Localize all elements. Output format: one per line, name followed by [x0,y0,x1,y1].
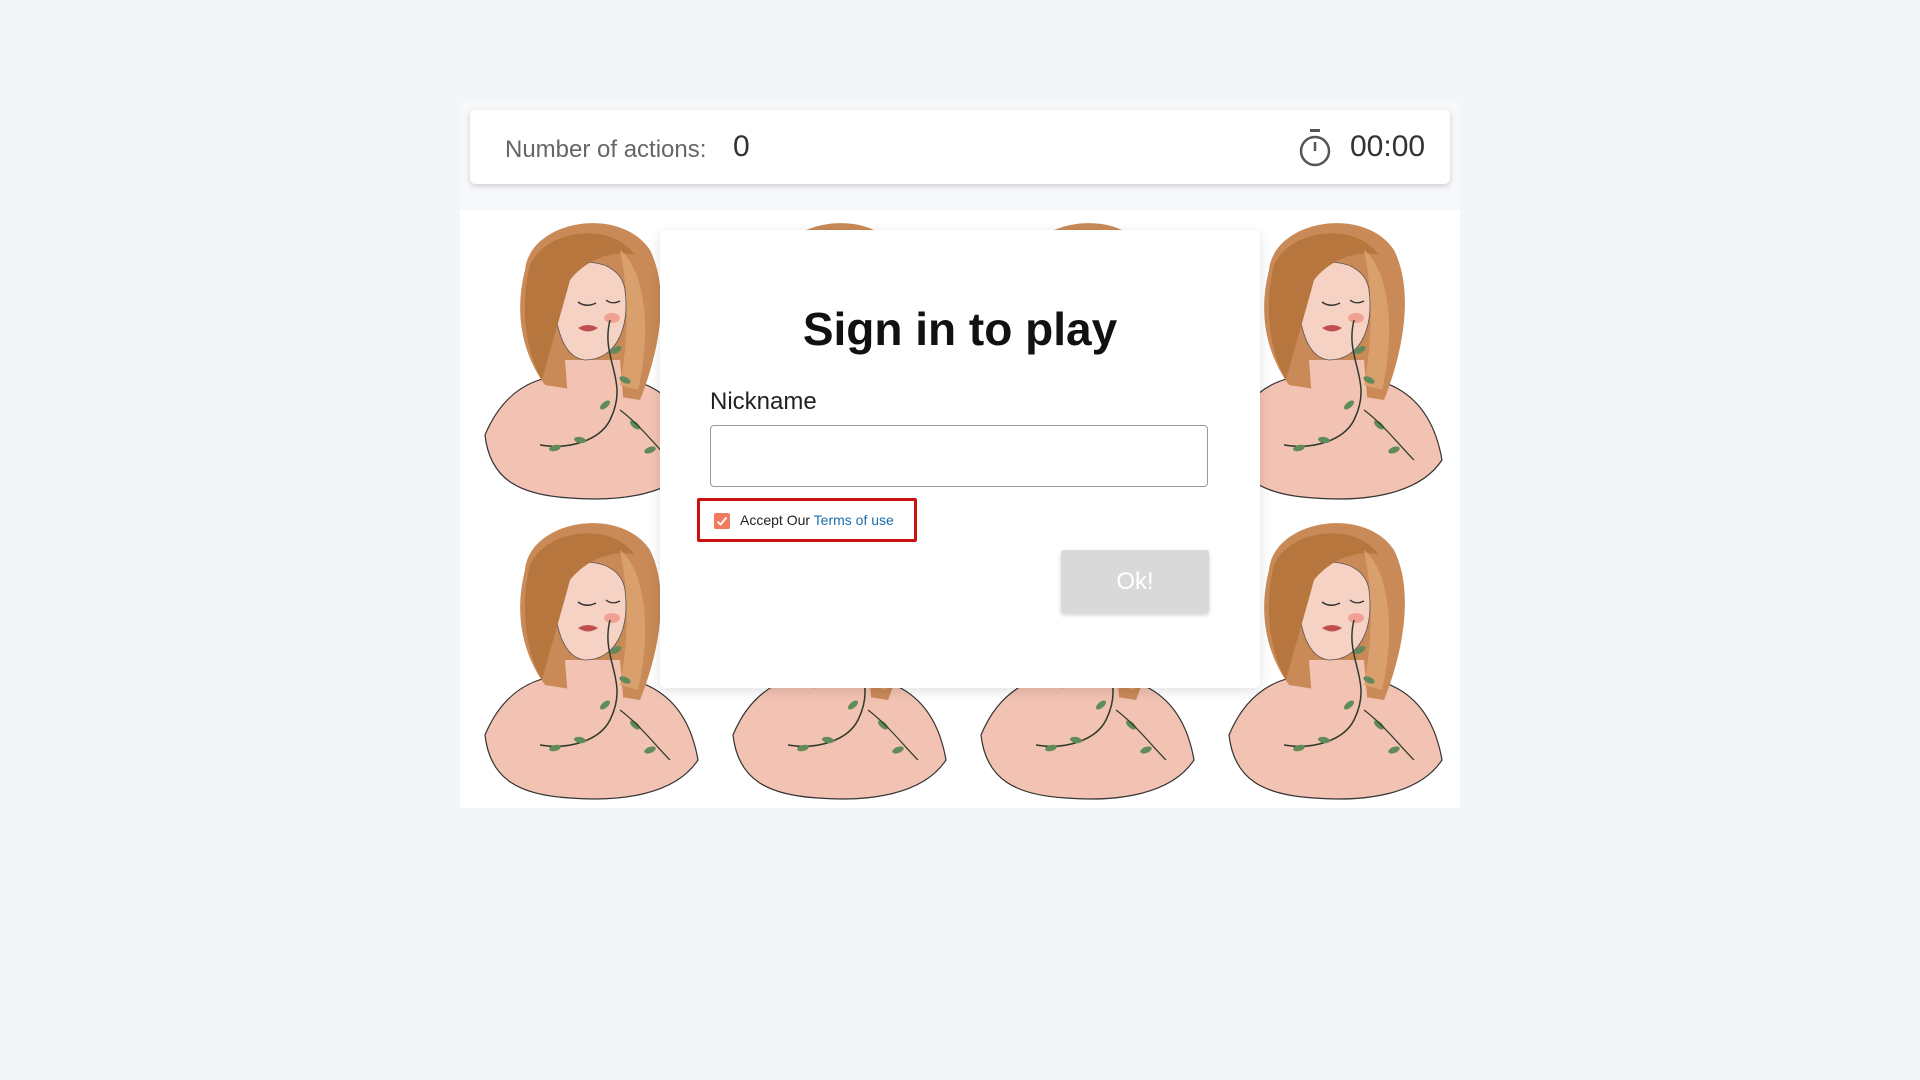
actions-label: Number of actions: [505,136,707,163]
stopwatch-icon [1299,129,1331,167]
accept-prefix: Accept Our [740,512,814,528]
nickname-label: Nickname [710,388,817,415]
actions-count: 0 [733,130,750,163]
dialog-title: Sign in to play [802,303,1118,355]
checkmark-icon [716,516,728,526]
timer: 00:00 [1350,130,1426,163]
terms-label: Accept Our Terms of use [740,512,894,528]
terms-of-use-link[interactable]: Terms of use [814,512,894,528]
ok-button[interactable]: Ok! [1061,550,1209,613]
sign-in-dialog: Sign in to play Nickname Accept Our Term… [660,230,1260,688]
status-bar: Number of actions: 0 00:00 [470,110,1450,184]
terms-checkbox[interactable] [714,513,730,529]
nickname-input[interactable] [710,425,1208,487]
terms-highlight-box: Accept Our Terms of use [697,498,917,542]
